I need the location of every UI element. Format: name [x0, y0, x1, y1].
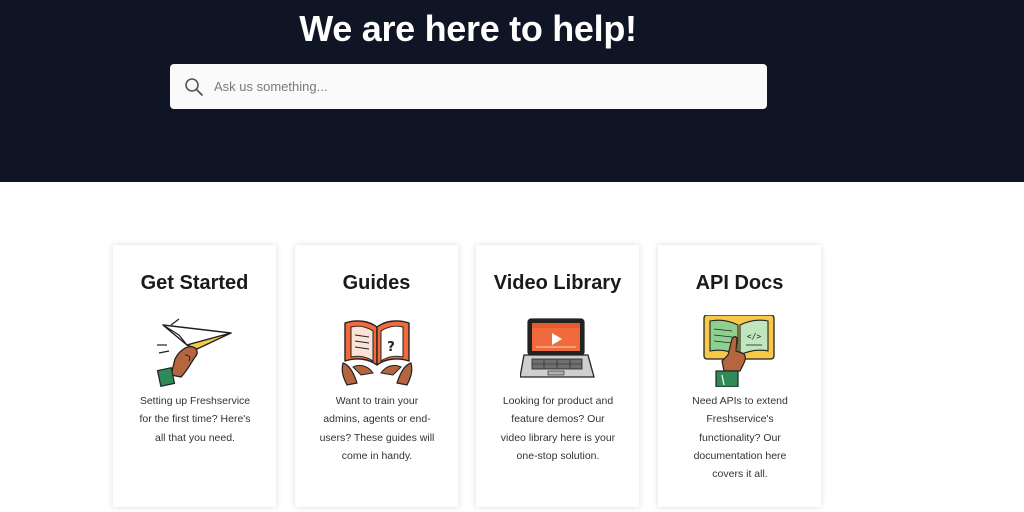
hero-banner: We are here to help!	[0, 0, 1024, 182]
api-book-pointer-icon: </>	[702, 314, 778, 388]
paper-plane-hand-icon	[156, 315, 233, 387]
card-api-docs[interactable]: API Docs </> Need APIs to extend Freshse…	[658, 245, 821, 507]
card-title: Video Library	[493, 272, 622, 294]
card-description: Looking for product and feature demos? O…	[500, 395, 616, 462]
card-video-library[interactable]: Video Library Looking for product and fe…	[476, 245, 639, 507]
search-input[interactable]	[214, 79, 767, 94]
card-title: API Docs	[695, 272, 784, 294]
search-bar[interactable]	[170, 64, 767, 109]
svg-text:?: ?	[387, 340, 395, 355]
card-description: Setting up Freshservice for the first ti…	[139, 395, 251, 444]
laptop-video-icon	[519, 315, 596, 387]
search-icon	[184, 77, 204, 97]
svg-text:</>: </>	[747, 332, 762, 341]
card-get-started[interactable]: Get Started Setting up Freshservice for …	[113, 245, 276, 507]
card-description: Need APIs to extend Freshservice's funct…	[692, 395, 788, 481]
card-title: Get Started	[140, 272, 249, 294]
resource-cards: Get Started Setting up Freshservice for …	[113, 245, 823, 512]
hero-title: We are here to help!	[299, 8, 637, 49]
open-book-hands-icon: ?	[339, 315, 415, 387]
card-guides[interactable]: Guides ? Want to train your admins, agen…	[295, 245, 458, 507]
card-title: Guides	[342, 272, 411, 294]
card-description: Want to train your admins, agents or end…	[319, 395, 435, 462]
